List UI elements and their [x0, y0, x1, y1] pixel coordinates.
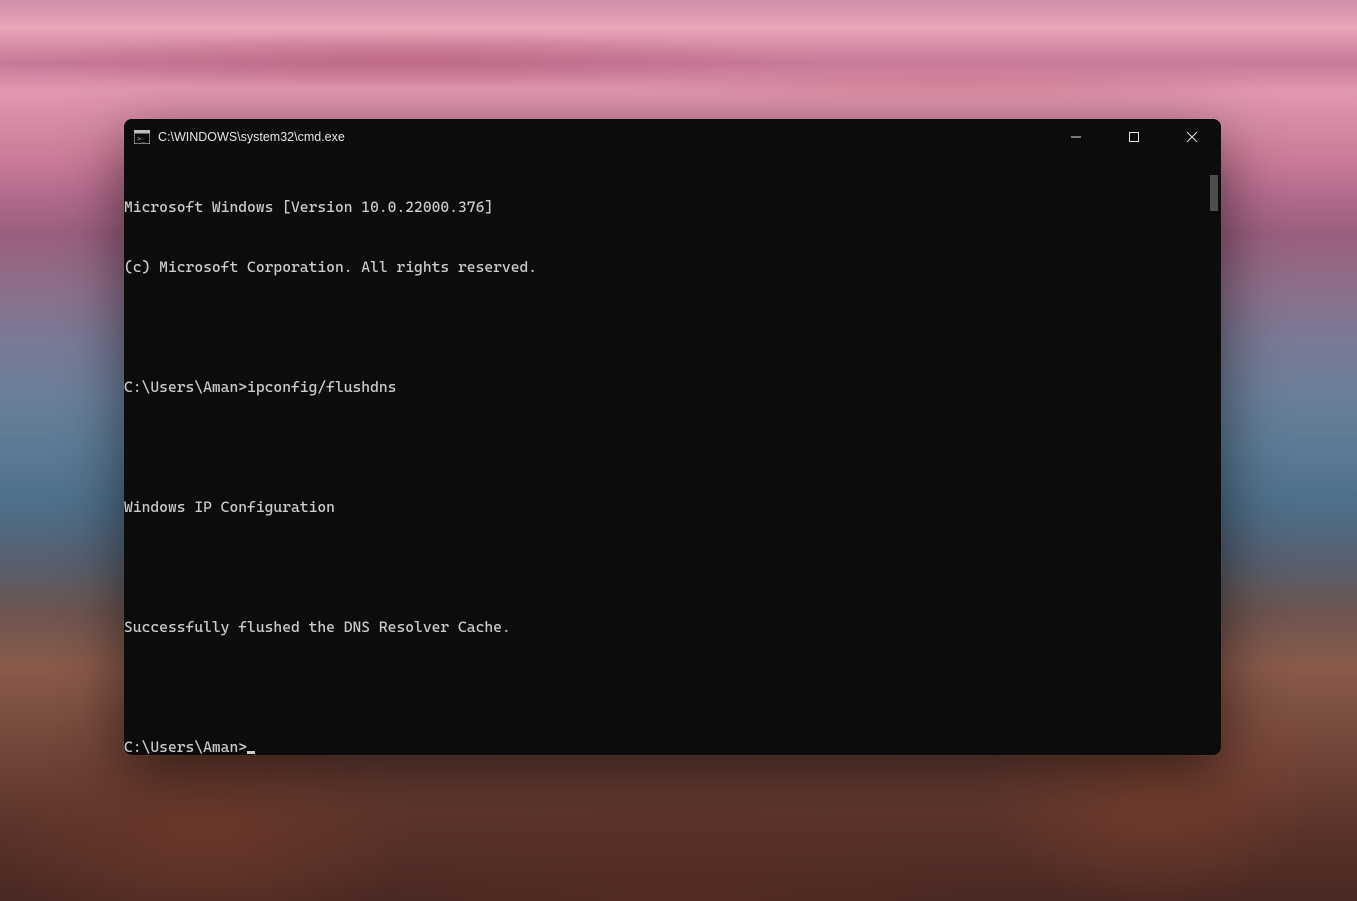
window-title: C:\WINDOWS\system32\cmd.exe [158, 130, 345, 144]
terminal-line [124, 437, 1219, 457]
scrollbar-thumb[interactable] [1210, 175, 1218, 211]
maximize-button[interactable] [1105, 119, 1163, 155]
terminal-output[interactable]: Microsoft Windows [Version 10.0.22000.37… [124, 155, 1221, 755]
window-controls [1047, 119, 1221, 155]
terminal-line: Windows IP Configuration [124, 497, 1219, 517]
terminal-line [124, 317, 1219, 337]
cmd-icon: >_ [134, 130, 150, 144]
terminal-line: C:\Users\Aman>ipconfig/flushdns [124, 377, 1219, 397]
terminal-cursor [247, 751, 255, 754]
close-button[interactable] [1163, 119, 1221, 155]
terminal-line: (c) Microsoft Corporation. All rights re… [124, 257, 1219, 277]
titlebar[interactable]: >_ C:\WINDOWS\system32\cmd.exe [124, 119, 1221, 155]
terminal-prompt-line: C:\Users\Aman> [124, 737, 1219, 755]
terminal-prompt: C:\Users\Aman> [124, 738, 247, 755]
terminal-line: Successfully flushed the DNS Resolver Ca… [124, 617, 1219, 637]
terminal-lines: Microsoft Windows [Version 10.0.22000.37… [124, 157, 1221, 755]
cmd-window: >_ C:\WINDOWS\system32\cmd.exe Microsoft… [124, 119, 1221, 755]
titlebar-left: >_ C:\WINDOWS\system32\cmd.exe [124, 130, 1047, 144]
terminal-line [124, 677, 1219, 697]
minimize-button[interactable] [1047, 119, 1105, 155]
svg-text:>_: >_ [137, 135, 146, 143]
terminal-line [124, 557, 1219, 577]
terminal-line: Microsoft Windows [Version 10.0.22000.37… [124, 197, 1219, 217]
